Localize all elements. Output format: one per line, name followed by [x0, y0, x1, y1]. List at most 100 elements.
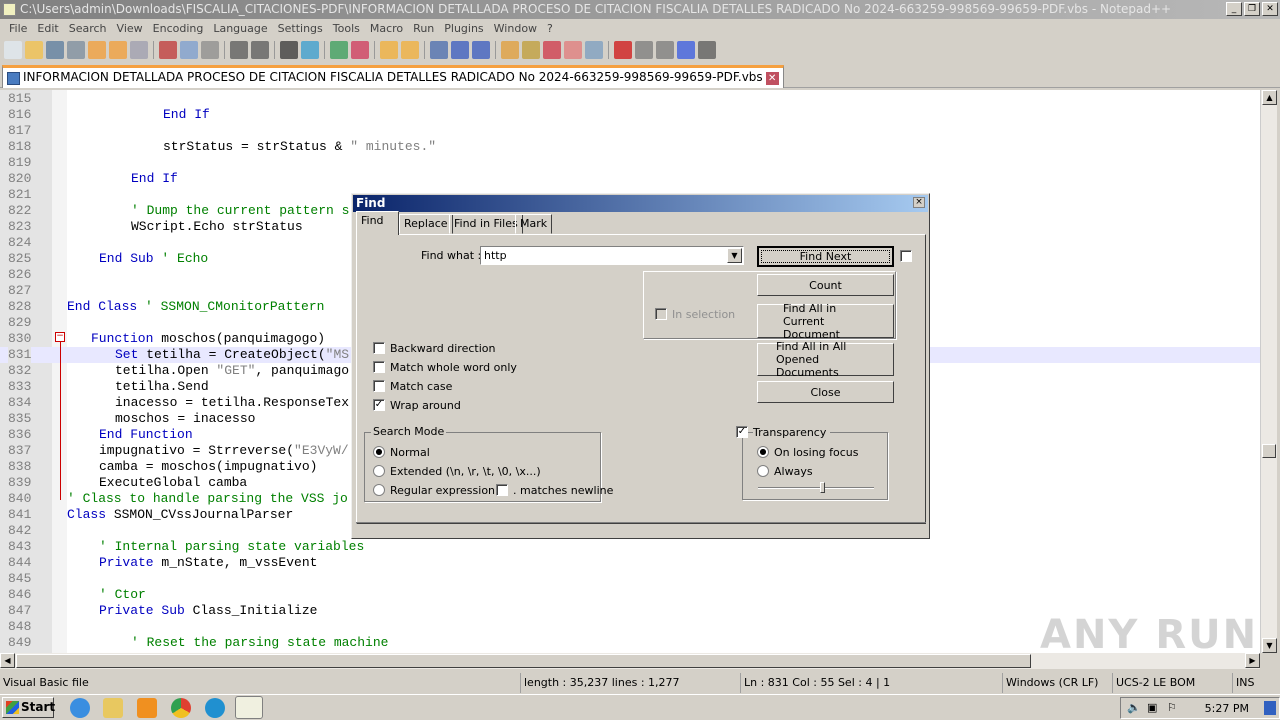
sync-vertical-icon[interactable]: [380, 41, 398, 59]
run-macro-multiple-icon[interactable]: [677, 41, 695, 59]
option-checkbox-match-case[interactable]: [373, 380, 385, 392]
network-icon[interactable]: ▣: [1147, 701, 1157, 714]
undo-icon[interactable]: [230, 41, 248, 59]
explorer-icon[interactable]: [103, 698, 123, 718]
scroll-down-arrow[interactable]: ▼: [1262, 638, 1277, 653]
stop-record-icon[interactable]: [635, 41, 653, 59]
notepadpp-taskbar-button[interactable]: [235, 696, 263, 719]
close-window-button[interactable]: ✕: [1262, 2, 1278, 16]
media-player-icon[interactable]: [137, 698, 157, 718]
sync-horizontal-icon[interactable]: [401, 41, 419, 59]
option-checkbox-backward-direction[interactable]: [373, 342, 385, 354]
menu-run[interactable]: Run: [408, 22, 439, 35]
line-number: 846: [8, 587, 32, 602]
save-all-icon[interactable]: [67, 41, 85, 59]
code-token: Class: [67, 507, 107, 522]
open-file-icon[interactable]: [25, 41, 43, 59]
start-button[interactable]: Start: [2, 697, 55, 718]
menu-view[interactable]: View: [112, 22, 148, 35]
chrome-icon[interactable]: [171, 698, 191, 718]
search-mode-radio-1[interactable]: [373, 465, 385, 477]
find-what-combobox[interactable]: http ▼: [480, 246, 744, 265]
matches-newline-checkbox[interactable]: [496, 484, 508, 496]
ie-icon[interactable]: [70, 698, 90, 718]
menu-edit[interactable]: Edit: [32, 22, 63, 35]
action-center-flag-icon[interactable]: ⚐: [1167, 701, 1177, 714]
udl-icon[interactable]: [501, 41, 519, 59]
monitor-icon[interactable]: [585, 41, 603, 59]
find-all-current-button[interactable]: Find All in Current Document: [757, 302, 894, 341]
close-button[interactable]: Close: [757, 381, 894, 403]
tab-find[interactable]: Find: [356, 211, 399, 235]
cut-icon[interactable]: [159, 41, 177, 59]
record-macro-icon[interactable]: [614, 41, 632, 59]
save-macro-icon[interactable]: [698, 41, 716, 59]
find-dialog-close-button[interactable]: ×: [913, 197, 925, 208]
menu-file[interactable]: File: [4, 22, 32, 35]
zoom-out-icon[interactable]: [351, 41, 369, 59]
paste-icon[interactable]: [201, 41, 219, 59]
print-icon[interactable]: [130, 41, 148, 59]
vertical-scrollbar[interactable]: ▲ ▼: [1260, 90, 1277, 653]
option-checkbox-match-whole-word-only[interactable]: [373, 361, 385, 373]
dropdown-arrow-icon[interactable]: ▼: [727, 248, 742, 263]
doc-map-icon[interactable]: [522, 41, 540, 59]
menu-help[interactable]: ?: [542, 22, 558, 35]
search-mode-radio-0[interactable]: ●: [373, 446, 385, 458]
transparency-slider-thumb[interactable]: [819, 482, 825, 493]
menu-search[interactable]: Search: [64, 22, 112, 35]
transparency-checkbox[interactable]: ✓: [736, 426, 748, 438]
edge-icon[interactable]: [205, 698, 225, 718]
minimize-button[interactable]: _: [1226, 2, 1242, 16]
menu-language[interactable]: Language: [208, 22, 272, 35]
file-tab[interactable]: INFORMACION DETALLADA PROCESO DE CITACIO…: [2, 65, 784, 88]
folder-workspace-icon[interactable]: [564, 41, 582, 59]
find-all-opened-button[interactable]: Find All in All Opened Documents: [757, 340, 894, 379]
replace-icon[interactable]: [301, 41, 319, 59]
volume-icon[interactable]: 🔈: [1127, 701, 1141, 714]
zoom-in-icon[interactable]: [330, 41, 348, 59]
tab-mark[interactable]: Mark: [515, 214, 553, 234]
find-next-button[interactable]: Find Next: [757, 246, 894, 267]
find-icon[interactable]: [280, 41, 298, 59]
search-mode-radio-2[interactable]: [373, 484, 385, 496]
show-desktop-button[interactable]: [1264, 701, 1276, 715]
menu-macro[interactable]: Macro: [365, 22, 408, 35]
show-all-chars-icon[interactable]: [451, 41, 469, 59]
restore-button[interactable]: ❐: [1244, 2, 1260, 16]
toolbar-separator: [424, 41, 425, 59]
close-tab-icon[interactable]: ✕: [765, 72, 779, 85]
menu-encoding[interactable]: Encoding: [148, 22, 209, 35]
status-mode: INS: [1232, 673, 1280, 693]
indent-guide-icon[interactable]: [472, 41, 490, 59]
tab-find-in-files[interactable]: Find in Files: [449, 214, 523, 234]
close-icon[interactable]: [88, 41, 106, 59]
fold-collapse-icon[interactable]: −: [55, 332, 65, 342]
copy-icon[interactable]: [180, 41, 198, 59]
count-button[interactable]: Count: [757, 274, 894, 296]
scroll-up-arrow[interactable]: ▲: [1262, 90, 1277, 105]
find-what-input[interactable]: http: [484, 249, 507, 262]
redo-icon[interactable]: [251, 41, 269, 59]
play-macro-icon[interactable]: [656, 41, 674, 59]
function-list-icon[interactable]: [543, 41, 561, 59]
word-wrap-icon[interactable]: [430, 41, 448, 59]
new-file-icon[interactable]: [4, 41, 22, 59]
menu-plugins[interactable]: Plugins: [439, 22, 488, 35]
tab-replace[interactable]: Replace: [399, 214, 453, 234]
menu-tools[interactable]: Tools: [328, 22, 365, 35]
menu-window[interactable]: Window: [489, 22, 542, 35]
transparency-radio-0[interactable]: ●: [757, 446, 769, 458]
find-next-extra-checkbox[interactable]: [900, 250, 912, 262]
close-all-icon[interactable]: [109, 41, 127, 59]
horizontal-scroll-thumb[interactable]: [16, 654, 1031, 668]
scroll-left-arrow[interactable]: ◀: [0, 653, 15, 668]
transparency-slider-track[interactable]: [758, 487, 874, 489]
code-token: tetilha.Open: [115, 363, 217, 378]
menu-settings[interactable]: Settings: [273, 22, 328, 35]
option-checkbox-wrap-around[interactable]: ✓: [373, 399, 385, 411]
line-content: inacesso = tetilha.ResponseTex: [115, 395, 349, 411]
transparency-radio-1[interactable]: [757, 465, 769, 477]
save-icon[interactable]: [46, 41, 64, 59]
vertical-scroll-thumb[interactable]: [1262, 444, 1276, 458]
